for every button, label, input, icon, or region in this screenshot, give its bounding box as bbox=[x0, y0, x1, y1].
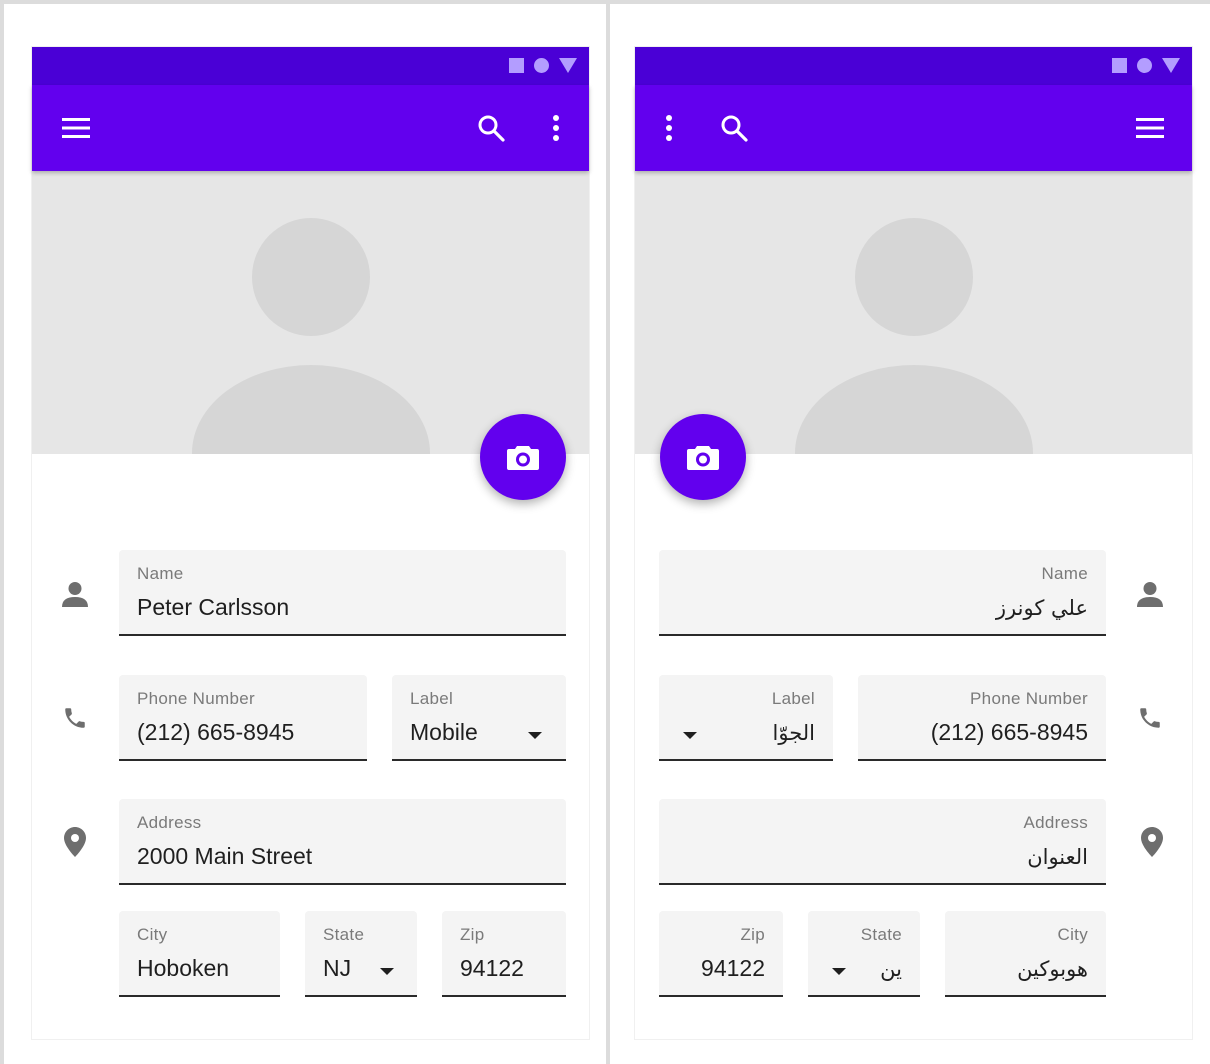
status-bar bbox=[32, 47, 589, 85]
person-icon bbox=[60, 579, 90, 609]
phone-label-dropdown[interactable]: Label الجوّا bbox=[659, 675, 833, 761]
phone-label-value: Mobile bbox=[410, 719, 478, 745]
phone-number-field[interactable]: Phone Number (212) 665-8945 bbox=[858, 675, 1106, 761]
camera-icon bbox=[687, 446, 719, 470]
avatar-body bbox=[795, 365, 1033, 454]
menu-icon[interactable] bbox=[1136, 114, 1164, 142]
contact-photo-placeholder bbox=[32, 171, 589, 454]
phone-label-value: الجوّا bbox=[772, 721, 815, 745]
address-value: 2000 Main Street bbox=[137, 843, 313, 869]
app-bar bbox=[32, 85, 589, 171]
app-bar bbox=[635, 85, 1192, 171]
phone-rtl: Name علي كونرز Label الجوّا Phone Number… bbox=[634, 46, 1193, 1040]
more-vert-icon[interactable] bbox=[655, 114, 683, 142]
phone-ltr: Name Peter Carlsson Phone Number (212) 6… bbox=[31, 46, 590, 1040]
state-value: ين bbox=[880, 957, 902, 981]
dropdown-arrow-icon bbox=[528, 732, 542, 739]
state-dropdown[interactable]: State ين bbox=[808, 911, 920, 997]
circle-icon bbox=[534, 58, 549, 73]
frame-divider bbox=[606, 0, 610, 1064]
phone-label-dropdown[interactable]: Label Mobile bbox=[392, 675, 566, 761]
phone-number-label: Phone Number bbox=[137, 689, 255, 708]
contact-photo-placeholder bbox=[635, 171, 1192, 454]
phone-number-field[interactable]: Phone Number (212) 665-8945 bbox=[119, 675, 367, 761]
circle-icon bbox=[1137, 58, 1152, 73]
name-value: علي كونرز bbox=[995, 596, 1088, 620]
status-icons bbox=[1112, 58, 1180, 73]
name-value: Peter Carlsson bbox=[137, 594, 290, 620]
state-label: State bbox=[323, 925, 365, 944]
state-dropdown[interactable]: State NJ bbox=[305, 911, 417, 997]
address-value: العنوان bbox=[1027, 845, 1088, 869]
avatar-head bbox=[252, 218, 370, 336]
dropdown-arrow-icon bbox=[683, 732, 697, 739]
name-field[interactable]: Name Peter Carlsson bbox=[119, 550, 566, 636]
address-field[interactable]: Address العنوان bbox=[659, 799, 1106, 885]
dropdown-arrow-icon bbox=[832, 968, 846, 975]
address-label: Address bbox=[137, 813, 202, 832]
name-field[interactable]: Name علي كونرز bbox=[659, 550, 1106, 636]
menu-icon[interactable] bbox=[62, 114, 90, 142]
phone-number-label: Phone Number bbox=[970, 689, 1088, 708]
more-vert-icon[interactable] bbox=[542, 114, 570, 142]
city-field[interactable]: City هوبوكين bbox=[945, 911, 1106, 997]
city-field[interactable]: City Hoboken bbox=[119, 911, 280, 997]
camera-button[interactable] bbox=[660, 414, 746, 500]
name-label: Name bbox=[137, 564, 184, 583]
city-value: Hoboken bbox=[137, 955, 230, 981]
city-label: City bbox=[137, 925, 168, 944]
phone-number-value: (212) 665-8945 bbox=[930, 719, 1088, 745]
zip-label: Zip bbox=[740, 925, 765, 944]
zip-value: 94122 bbox=[460, 955, 524, 981]
phone-icon bbox=[1135, 703, 1165, 733]
status-icons bbox=[509, 58, 577, 73]
status-bar bbox=[635, 47, 1192, 85]
phone-label-label: Label bbox=[771, 689, 815, 708]
phone-label-label: Label bbox=[410, 689, 454, 708]
search-icon[interactable] bbox=[477, 114, 505, 142]
city-value: هوبوكين bbox=[1017, 957, 1088, 981]
location-pin-icon bbox=[60, 827, 90, 857]
camera-button[interactable] bbox=[480, 414, 566, 500]
dropdown-arrow-icon bbox=[380, 968, 394, 975]
person-icon bbox=[1135, 579, 1165, 609]
phone-icon bbox=[60, 703, 90, 733]
square-icon bbox=[509, 58, 524, 73]
frame-border-top bbox=[0, 0, 1210, 4]
zip-field[interactable]: Zip 94122 bbox=[659, 911, 783, 997]
state-value: NJ bbox=[323, 955, 352, 981]
zip-field[interactable]: Zip 94122 bbox=[442, 911, 566, 997]
avatar-head bbox=[855, 218, 973, 336]
address-label: Address bbox=[1023, 813, 1088, 832]
city-label: City bbox=[1057, 925, 1088, 944]
state-label: State bbox=[860, 925, 902, 944]
square-icon bbox=[1112, 58, 1127, 73]
zip-value: 94122 bbox=[701, 955, 765, 981]
location-pin-icon bbox=[1137, 827, 1167, 857]
address-field[interactable]: Address 2000 Main Street bbox=[119, 799, 566, 885]
zip-label: Zip bbox=[460, 925, 485, 944]
phone-number-value: (212) 665-8945 bbox=[137, 719, 295, 745]
avatar-body bbox=[192, 365, 430, 454]
name-label: Name bbox=[1041, 564, 1088, 583]
search-icon[interactable] bbox=[720, 114, 748, 142]
triangle-icon bbox=[559, 58, 577, 73]
frame-border-left bbox=[0, 0, 4, 1064]
triangle-icon bbox=[1162, 58, 1180, 73]
camera-icon bbox=[507, 446, 539, 470]
